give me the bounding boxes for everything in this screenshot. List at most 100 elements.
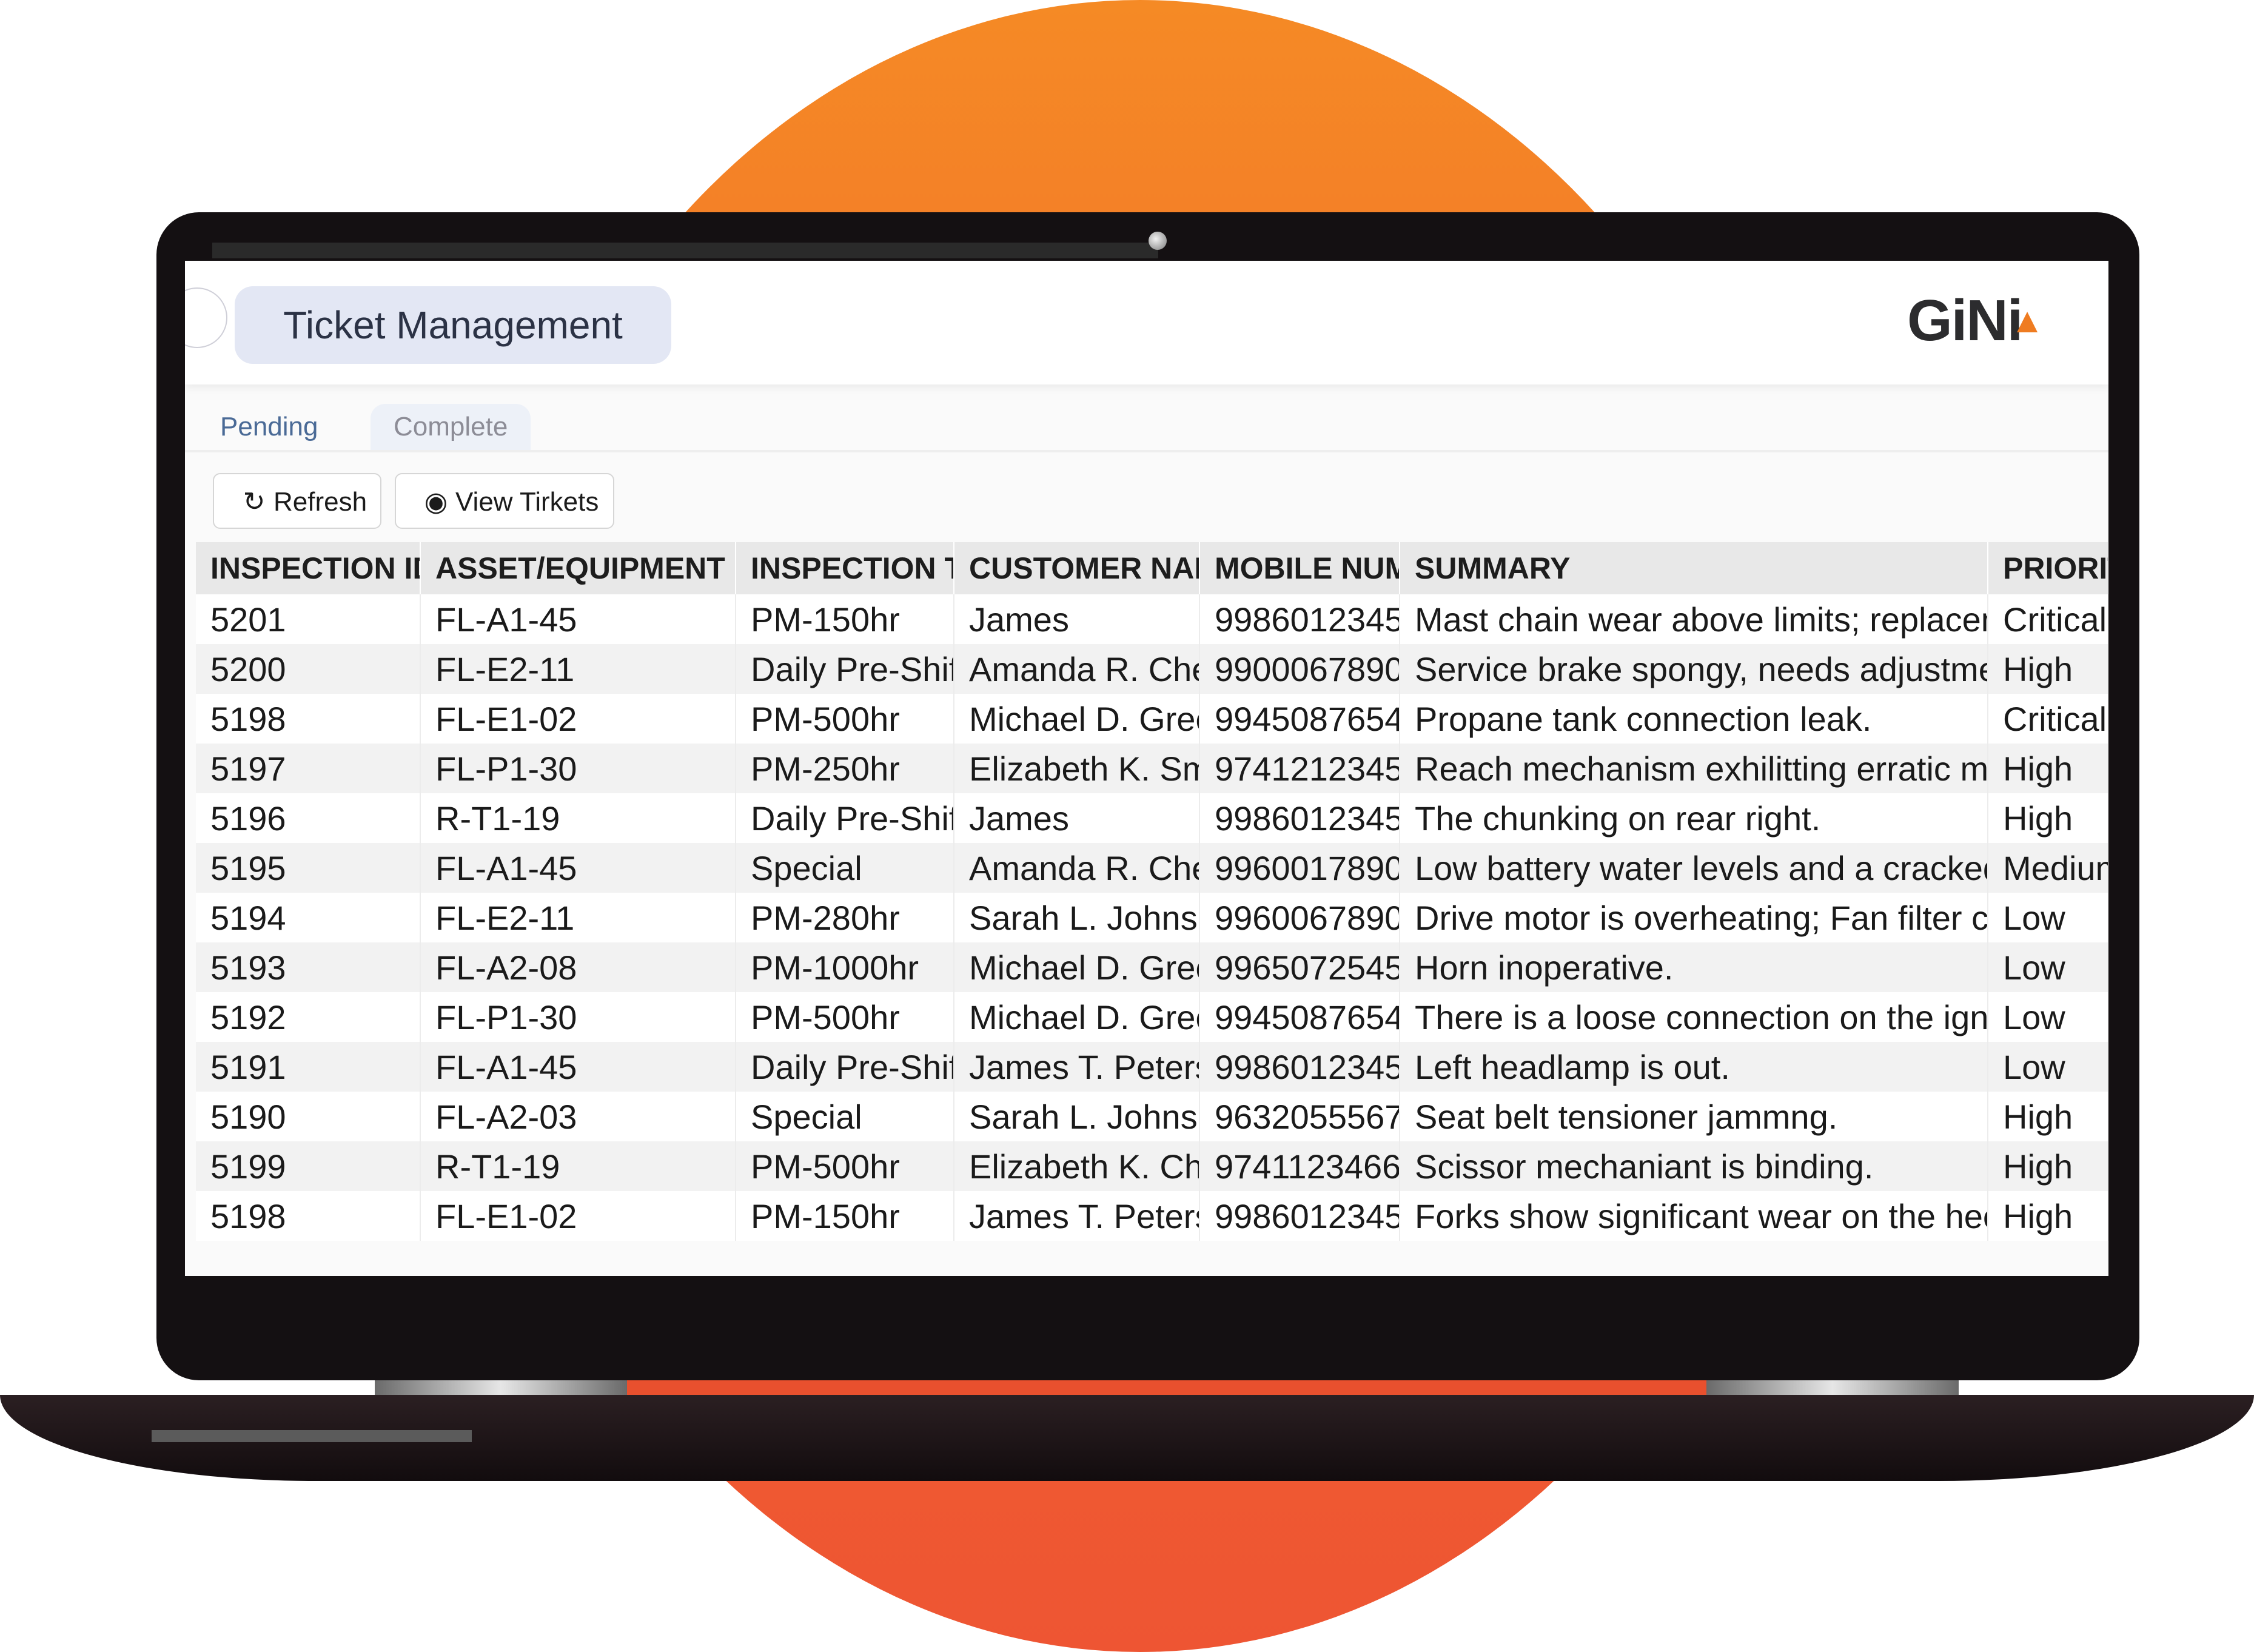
table-cell: 5198 — [196, 694, 421, 744]
table-row[interactable]: 5200FL-E2-11Daily Pre-ShiftAmanda R. Che… — [196, 644, 2108, 694]
tab-pending[interactable]: Pending — [197, 404, 341, 452]
table-cell: Medium — [1988, 843, 2108, 893]
table-row[interactable]: 5197FL-P1-30PM-250hrElizabeth K. Smith97… — [196, 744, 2108, 793]
app-header: Ticket Management GiNi▲ — [185, 261, 2108, 384]
table-cell: Special — [736, 843, 954, 893]
table-cell: Michael D. Green — [954, 942, 1200, 992]
table-row[interactable]: 5198FL-E1-02PM-150hrJames T. Peterson998… — [196, 1191, 2108, 1241]
table-row[interactable]: 5191 FL-A1-45 Daily Pre-Shift James T. Pete… — [196, 1042, 2108, 1092]
table-cell: Low — [1988, 893, 2108, 942]
table-cell: Scissor mechaniant is binding. — [1400, 1141, 1988, 1191]
tickets-table: INSPECTION ID ASSET/EQUIPMENT ID INSPECTIO… — [196, 542, 2108, 1241]
table-cell: James T. Peterson — [954, 1042, 1200, 1092]
gini-logo: GiNi▲ — [1907, 287, 2045, 354]
tab-complete[interactable]: Complete — [371, 404, 531, 450]
table-cell: 9965072545 — [1199, 942, 1400, 992]
table-cell: 5198 — [196, 1191, 421, 1241]
table-cell: Service brake spongy, needs adjustment. — [1400, 644, 1988, 694]
table-cell: 9900067890 — [1199, 644, 1400, 694]
hinge-accent — [627, 1380, 1706, 1395]
table-cell: FL-E2-11 — [420, 893, 736, 942]
table-cell: Drive motor is overheating; Fan filter c… — [1400, 893, 1988, 942]
table-cell: Left headlamp is out. — [1400, 1042, 1988, 1092]
back-button[interactable] — [185, 287, 227, 348]
app-window: Ticket Management GiNi▲ Pending Complete… — [185, 261, 2108, 1276]
tickets-table-container: INSPECTION ID ASSET/EQUIPMENT ID INSPECTIO… — [196, 542, 2108, 1241]
table-cell: Amanda R. Chen — [954, 644, 1200, 694]
column-header[interactable]: INSPECTION ID — [196, 542, 421, 594]
hinge-right — [1706, 1380, 1959, 1395]
column-header[interactable]: INSPECTION TYPE — [736, 542, 954, 594]
table-cell: 5199 — [196, 1141, 421, 1191]
table-cell: PM-150hr — [736, 1191, 954, 1241]
table-cell: James — [954, 793, 1200, 843]
refresh-icon: ↻ — [243, 487, 266, 517]
refresh-button[interactable]: ↻ Refresh — [213, 473, 381, 529]
table-cell: FL-E2-11 — [420, 644, 736, 694]
table-cell: 9632055567 — [1199, 1092, 1400, 1141]
table-cell: High — [1988, 644, 2108, 694]
table-cell: 9741212345 — [1199, 744, 1400, 793]
table-row[interactable]: 5201 FL-A1-45 PM-150hr James 9986012345 Mast … — [196, 594, 2108, 644]
hinge-left — [375, 1380, 627, 1395]
table-row[interactable]: 5195FL-A1-45SpecialAmanda R. Chen9960017… — [196, 843, 2108, 893]
table-cell: High — [1988, 793, 2108, 843]
table-cell: Daily Pre-Shift — [736, 793, 954, 843]
view-tickets-label: View Tirkets — [455, 487, 599, 517]
column-header[interactable]: ASSET/EQUIPMENT ID — [420, 542, 736, 594]
base-slot — [152, 1430, 472, 1442]
column-header[interactable]: MOBILE NUM — [1199, 542, 1400, 594]
table-cell: PM-500hr — [736, 694, 954, 744]
table-row[interactable]: 5196 R-T1-19 Daily Pre-Shift James 998601234… — [196, 793, 2108, 843]
table-cell: FL-E1-02 — [420, 1191, 736, 1241]
table-cell: 5194 — [196, 893, 421, 942]
table-cell: James — [954, 594, 1200, 644]
table-cell: Seat belt tensioner jammng. — [1400, 1092, 1988, 1141]
table-row[interactable]: 5193FL-A2-08PM-1000hrMichael D. Green996… — [196, 942, 2108, 992]
table-cell: Michael D. Green — [954, 992, 1200, 1042]
table-cell: 9986012345 — [1199, 594, 1400, 644]
table-cell: 5192 — [196, 992, 421, 1042]
table-cell: PM-1000hr — [736, 942, 954, 992]
table-cell: Elizabeth K. Smith — [954, 744, 1200, 793]
table-cell: FL-A1-45 — [420, 1042, 736, 1092]
table-cell: High — [1988, 744, 2108, 793]
table-cell: High — [1988, 1092, 2108, 1141]
table-cell: 5193 — [196, 942, 421, 992]
table-cell: The chunking on rear right. — [1400, 793, 1988, 843]
table-cell: Critical — [1988, 694, 2108, 744]
table-cell: Critical — [1988, 594, 2108, 644]
table-cell: 9741123466 — [1199, 1141, 1400, 1191]
eye-icon: ◉ — [424, 487, 448, 517]
table-cell: FL-A1-45 — [420, 843, 736, 893]
column-header[interactable]: SUMMARY — [1400, 542, 1988, 594]
table-cell: 5196 — [196, 793, 421, 843]
table-cell: There is a loose connection on the ignit… — [1400, 992, 1988, 1042]
table-cell: PM-250hr — [736, 744, 954, 793]
table-cell: Daily Pre-Shift — [736, 644, 954, 694]
table-cell: FL-A2-03 — [420, 1092, 736, 1141]
table-cell: PM-150hr — [736, 594, 954, 644]
table-header-row: INSPECTION ID ASSET/EQUIPMENT ID INSPECTIO… — [196, 542, 2108, 594]
flame-icon: ▲ — [2010, 301, 2044, 340]
table-cell: Sarah L. Johnson — [954, 893, 1200, 942]
table-row[interactable]: 5190FL-A2-03SpecialSarah L. Johnson96320… — [196, 1092, 2108, 1141]
logo-text: GiNi — [1907, 288, 2023, 353]
table-cell: High — [1988, 1141, 2108, 1191]
table-cell: Low battery water levels and a cracked c… — [1400, 843, 1988, 893]
tab-divider — [185, 450, 2108, 452]
view-tickets-button[interactable]: ◉ View Tirkets — [395, 473, 614, 529]
column-header[interactable]: PRIORITY — [1988, 542, 2108, 594]
table-cell: 5191 — [196, 1042, 421, 1092]
table-row[interactable]: 5199R-T1-19PM-500hrElizabeth K. Chen9741… — [196, 1141, 2108, 1191]
table-cell: FL-A1-45 — [420, 594, 736, 644]
table-cell: James T. Peterson — [954, 1191, 1200, 1241]
table-cell: Horn inoperative. — [1400, 942, 1988, 992]
refresh-label: Refresh — [273, 487, 367, 517]
table-row[interactable]: 5198FL-E1-02PM-500hrMichael D. Green9945… — [196, 694, 2108, 744]
table-row[interactable]: 5192FL-P1-30PM-500hrMichael D. Green9945… — [196, 992, 2108, 1042]
page-title: Ticket Management — [235, 286, 671, 364]
table-cell: PM-280hr — [736, 893, 954, 942]
column-header[interactable]: CUSTOMER NAME — [954, 542, 1200, 594]
table-row[interactable]: 5194FL-E2-11PM-280hrSarah L. Johnson9960… — [196, 893, 2108, 942]
